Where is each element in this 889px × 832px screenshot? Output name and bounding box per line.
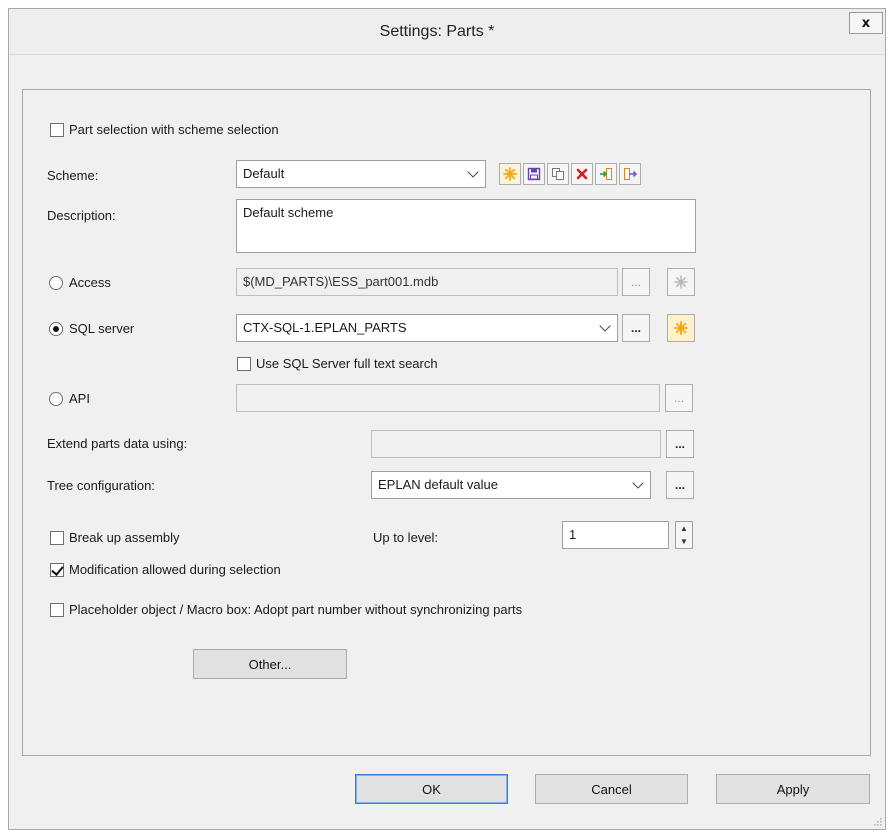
part-selection-checkbox[interactable] xyxy=(50,123,64,137)
description-input[interactable]: Default scheme xyxy=(236,199,696,253)
chevron-down-icon xyxy=(632,477,644,489)
access-browse-button: ... xyxy=(622,268,650,296)
copy-scheme-button[interactable] xyxy=(547,163,569,185)
scheme-value: Default xyxy=(243,166,285,181)
new-icon xyxy=(503,167,517,181)
new-scheme-button[interactable] xyxy=(499,163,521,185)
modification-allowed-checkbox[interactable] xyxy=(50,563,64,577)
tree-configuration-browse-button[interactable]: ... xyxy=(666,471,694,499)
chevron-down-icon xyxy=(467,166,479,178)
scheme-dropdown[interactable]: Default xyxy=(236,160,486,188)
break-up-assembly-checkbox[interactable] xyxy=(50,531,64,545)
api-label[interactable]: API xyxy=(69,391,90,406)
up-to-level-input[interactable]: 1 xyxy=(562,521,669,549)
level-spinner[interactable]: ▲ ▼ xyxy=(675,521,693,549)
apply-button[interactable]: Apply xyxy=(716,774,870,804)
extend-parts-browse-button[interactable]: ... xyxy=(666,430,694,458)
settings-panel: Part selection with scheme selection Sch… xyxy=(22,89,871,756)
spin-down-icon[interactable]: ▼ xyxy=(676,535,692,548)
extend-parts-label: Extend parts data using: xyxy=(47,436,188,451)
save-scheme-button[interactable] xyxy=(523,163,545,185)
fulltext-search-label[interactable]: Use SQL Server full text search xyxy=(256,356,438,371)
spin-up-icon[interactable]: ▲ xyxy=(676,522,692,535)
up-to-level-label: Up to level: xyxy=(373,530,439,545)
placeholder-object-label[interactable]: Placeholder object / Macro box: Adopt pa… xyxy=(69,602,522,617)
delete-icon xyxy=(576,168,588,180)
export-icon xyxy=(624,168,637,180)
sql-server-new-button[interactable] xyxy=(667,314,695,342)
access-new-button xyxy=(667,268,695,296)
sql-server-value: CTX-SQL-1.EPLAN_PARTS xyxy=(243,320,407,335)
cancel-button[interactable]: Cancel xyxy=(535,774,688,804)
title-bar: Settings: Parts * x xyxy=(9,9,885,55)
placeholder-object-checkbox[interactable] xyxy=(50,603,64,617)
access-path-field: $(MD_PARTS)\ESS_part001.mdb xyxy=(236,268,618,296)
api-radio[interactable] xyxy=(49,392,63,406)
new-icon xyxy=(674,275,688,289)
api-field xyxy=(236,384,660,412)
new-icon xyxy=(674,321,688,335)
break-up-assembly-label[interactable]: Break up assembly xyxy=(69,530,180,545)
sql-server-dropdown[interactable]: CTX-SQL-1.EPLAN_PARTS xyxy=(236,314,618,342)
import-scheme-button[interactable] xyxy=(595,163,617,185)
save-icon xyxy=(527,167,541,181)
tree-configuration-value: EPLAN default value xyxy=(378,477,498,492)
modification-allowed-label[interactable]: Modification allowed during selection xyxy=(69,562,281,577)
sql-server-browse-button[interactable]: ... xyxy=(622,314,650,342)
settings-dialog: Settings: Parts * x Part selection with … xyxy=(8,8,886,830)
sql-server-radio[interactable] xyxy=(49,322,63,336)
description-label: Description: xyxy=(47,208,116,223)
chevron-down-icon xyxy=(599,320,611,332)
delete-scheme-button[interactable] xyxy=(571,163,593,185)
other-button[interactable]: Other... xyxy=(193,649,347,679)
scheme-label: Scheme: xyxy=(47,168,99,183)
extend-parts-field xyxy=(371,430,661,458)
sql-server-label[interactable]: SQL server xyxy=(69,321,134,336)
copy-icon xyxy=(552,168,564,180)
dialog-title: Settings: Parts * xyxy=(379,23,495,40)
access-radio[interactable] xyxy=(49,276,63,290)
export-scheme-button[interactable] xyxy=(619,163,641,185)
tree-configuration-label: Tree configuration: xyxy=(47,478,155,493)
import-icon xyxy=(600,168,612,180)
part-selection-label[interactable]: Part selection with scheme selection xyxy=(69,122,279,137)
close-button[interactable]: x xyxy=(849,12,883,34)
access-label[interactable]: Access xyxy=(69,275,111,290)
ok-button[interactable]: OK xyxy=(355,774,508,804)
api-browse-button: ... xyxy=(665,384,693,412)
tree-configuration-dropdown[interactable]: EPLAN default value xyxy=(371,471,651,499)
resize-grip-icon[interactable] xyxy=(872,816,882,826)
fulltext-search-checkbox[interactable] xyxy=(237,357,251,371)
